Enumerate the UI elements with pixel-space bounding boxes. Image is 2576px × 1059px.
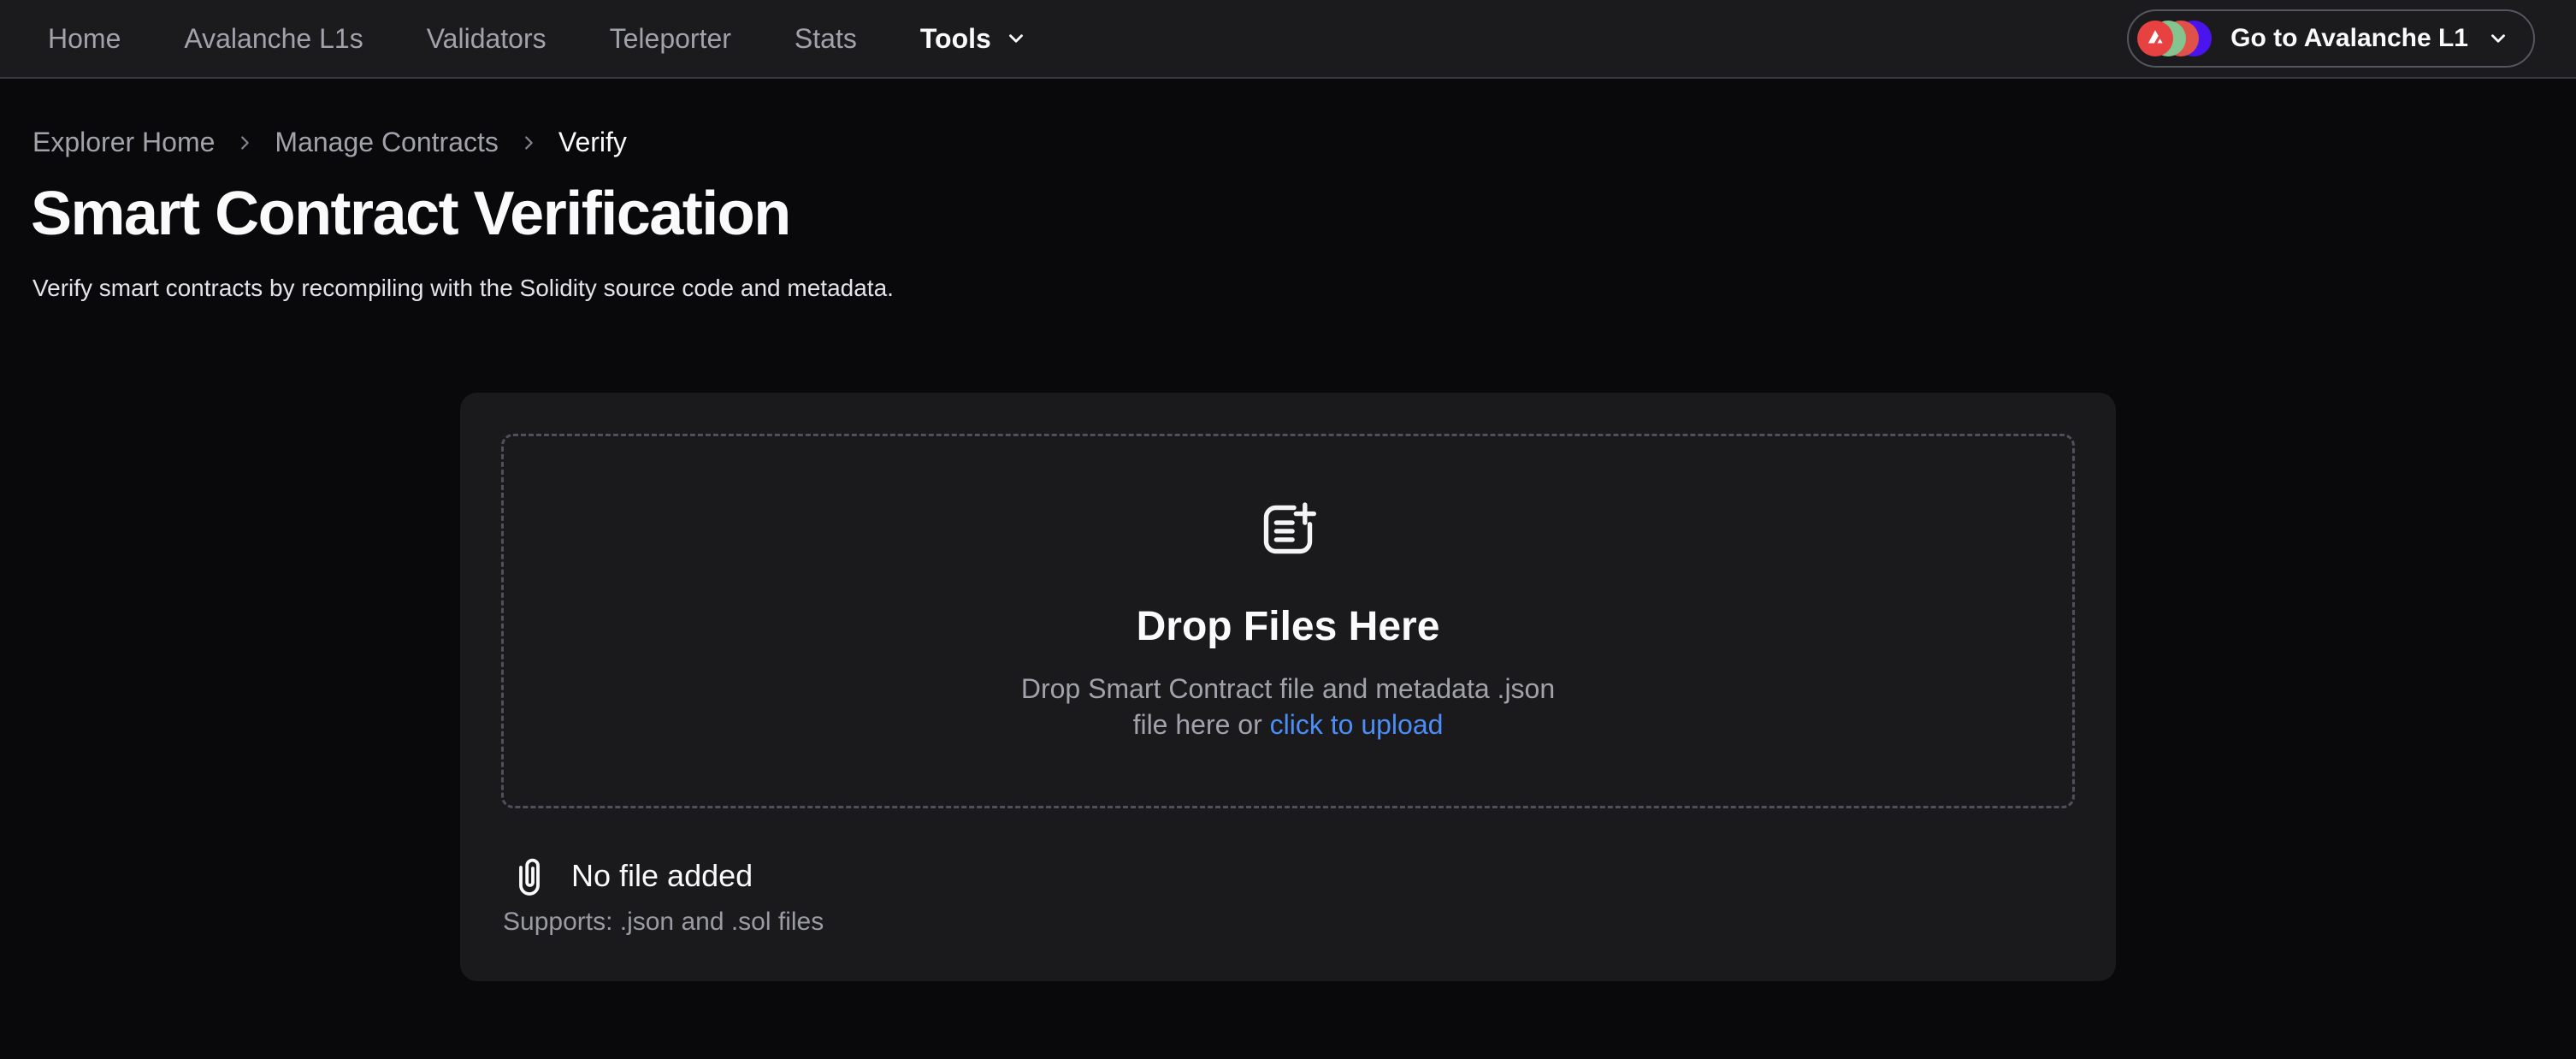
dropzone-description: Drop Smart Contract file and metadata .j… — [1021, 671, 1555, 742]
chevron-down-icon — [1005, 27, 1027, 50]
nav-item-teleporter[interactable]: Teleporter — [610, 23, 731, 55]
nav-item-validators[interactable]: Validators — [427, 23, 547, 55]
nav-item-stats[interactable]: Stats — [795, 23, 857, 55]
document-plus-icon — [1259, 500, 1317, 559]
chevron-down-icon — [2487, 27, 2509, 50]
top-navbar: Home Avalanche L1s Validators Teleporter… — [0, 0, 2576, 79]
nav-links: Home Avalanche L1s Validators Teleporter… — [48, 23, 857, 55]
upload-card: Drop Files Here Drop Smart Contract file… — [460, 393, 2116, 981]
paperclip-icon — [515, 855, 544, 897]
breadcrumb-manage-contracts[interactable]: Manage Contracts — [275, 127, 498, 158]
chain-logo-stack — [2137, 21, 2212, 56]
page-title: Smart Contract Verification — [31, 179, 2576, 249]
nav-item-avalanche-l1s[interactable]: Avalanche L1s — [184, 23, 363, 55]
click-to-upload-link[interactable]: click to upload — [1270, 709, 1444, 740]
tools-label: Tools — [920, 23, 991, 55]
avalanche-logo-icon — [2137, 21, 2173, 56]
breadcrumb-explorer-home[interactable]: Explorer Home — [32, 127, 215, 158]
file-dropzone[interactable]: Drop Files Here Drop Smart Contract file… — [501, 434, 2075, 808]
go-to-avalanche-l1-button[interactable]: Go to Avalanche L1 — [2127, 9, 2535, 68]
file-status-row: No file added — [515, 855, 2075, 897]
dropzone-description-line1: Drop Smart Contract file and metadata .j… — [1021, 673, 1555, 704]
dropzone-description-line2: file here or — [1133, 709, 1270, 740]
chevron-right-icon — [519, 133, 538, 152]
chevron-right-icon — [235, 133, 254, 152]
page-subtitle: Verify smart contracts by recompiling wi… — [32, 275, 2576, 302]
supported-formats-text: Supports: .json and .sol files — [503, 908, 2075, 937]
file-status-label: No file added — [571, 858, 753, 894]
avalanche-mountain-glyph — [2142, 26, 2168, 51]
breadcrumb-verify: Verify — [558, 127, 627, 158]
go-button-label: Go to Avalanche L1 — [2230, 24, 2468, 53]
nav-item-home[interactable]: Home — [48, 23, 121, 55]
nav-item-tools-dropdown[interactable]: Tools — [920, 23, 1027, 55]
dropzone-title: Drop Files Here — [1137, 603, 1440, 650]
breadcrumb: Explorer Home Manage Contracts Verify — [32, 127, 2576, 158]
